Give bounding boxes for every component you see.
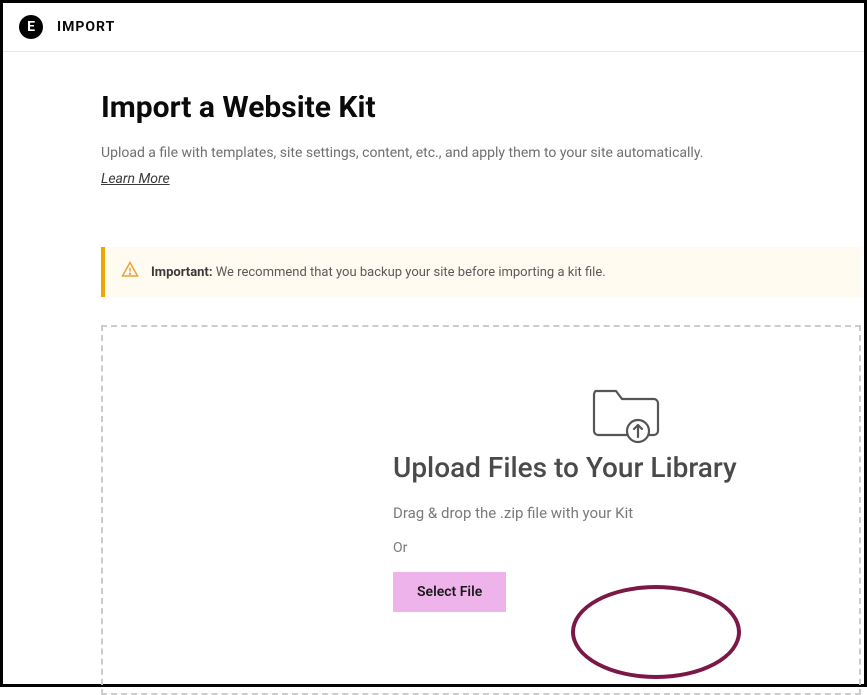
alert-message: We recommend that you backup your site b… <box>213 265 606 280</box>
select-file-button[interactable]: Select File <box>393 572 506 612</box>
elementor-logo: E <box>19 15 43 39</box>
upload-or-text: Or <box>393 540 407 556</box>
page-description: Upload a file with templates, site setti… <box>101 143 864 164</box>
upload-title: Upload Files to Your Library <box>393 451 737 484</box>
learn-more-link[interactable]: Learn More <box>101 171 170 187</box>
logo-letter: E <box>27 20 35 34</box>
warning-icon <box>121 261 139 283</box>
main-content: Import a Website Kit Upload a file with … <box>3 52 864 695</box>
alert-text: Important: We recommend that you backup … <box>151 265 606 280</box>
page-title: Import a Website Kit <box>101 90 864 125</box>
folder-upload-icon <box>588 432 664 451</box>
alert-label: Important: <box>151 265 213 280</box>
file-dropzone[interactable]: Upload Files to Your Library Drag & drop… <box>101 325 861 695</box>
header-title: IMPORT <box>57 19 115 35</box>
important-alert: Important: We recommend that you backup … <box>101 247 861 297</box>
header-bar: E IMPORT <box>3 3 864 52</box>
upload-subtitle: Drag & drop the .zip file with your Kit <box>393 504 633 522</box>
